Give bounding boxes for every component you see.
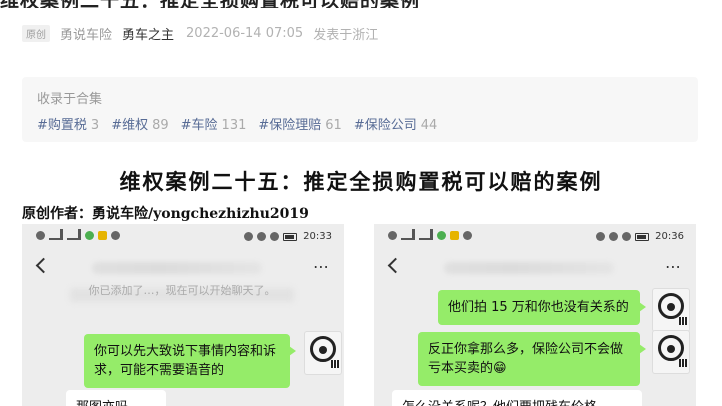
eye-icon	[244, 232, 254, 241]
avatar[interactable]	[652, 288, 690, 332]
eye-icon	[596, 232, 606, 241]
original-author-line: 原创作者：勇说车险/yongchezhizhu2019	[22, 206, 309, 222]
system-message: 你已添加了…，现在可以开始聊天了。	[88, 284, 276, 297]
chat-nav-bar: ⋯	[374, 252, 696, 280]
tag-item[interactable]: #保险理赔 61	[258, 114, 341, 133]
collection-tags: #购置税 3 #维权 89 #车险 131 #保险理赔 61 #保险公司 44	[37, 114, 449, 133]
article-headline: 维权案例二十五：推定全损购置税可以赔的案例	[119, 169, 603, 194]
chat-nav-bar: ⋯	[22, 252, 344, 280]
publish-location: 发表于浙江	[313, 27, 379, 43]
back-icon[interactable]	[32, 256, 50, 274]
signal-icon	[67, 229, 81, 240]
nfc-icon	[609, 232, 619, 241]
article-meta: 原创 勇说车险 勇车之主 2022-06-14 07:05 发表于浙江	[22, 24, 379, 43]
article-page: 维权案例二十五：推定全损购置税可以赔的案例 原创 勇说车险 勇车之主 2022-…	[0, 0, 722, 406]
app-icon	[450, 231, 459, 240]
back-icon[interactable]	[384, 256, 402, 274]
mute-icon	[270, 232, 280, 241]
nfc-icon	[257, 232, 267, 241]
hd-icon	[36, 231, 45, 240]
chat-bubble-sent: 反正你拿那么多，保险公司不会做亏本买卖的😁	[418, 332, 646, 386]
status-bar: 20:33	[22, 224, 344, 248]
battery-icon	[283, 232, 298, 241]
chat-bubble-sent: 你可以先大致说下事情内容和诉求，可能不需要语音的	[84, 334, 296, 388]
blurred-contact-name	[92, 262, 262, 274]
chat-screenshot-right: 20:36 ⋯ 他们拍 15 万和你也没有关系的 反正你拿那么多，保险公司不会做…	[374, 224, 696, 406]
avatar[interactable]	[304, 331, 342, 375]
more-icon[interactable]: ⋯	[665, 259, 682, 275]
more-icon[interactable]: ⋯	[313, 259, 330, 275]
signal-icon	[401, 229, 415, 240]
notification-icon	[463, 231, 472, 240]
hd-icon	[388, 231, 397, 240]
chat-bubble-received: 那图亦吗	[66, 390, 166, 406]
steering-wheel-icon	[658, 293, 684, 319]
status-bar: 20:36	[374, 224, 696, 248]
steering-wheel-icon	[658, 335, 684, 361]
publish-time: 2022-06-14 07:05	[186, 25, 304, 41]
original-badge: 原创	[22, 24, 50, 42]
author-name: 勇说车险	[60, 27, 113, 43]
tag-item[interactable]: #车险 131	[181, 114, 247, 133]
blurred-contact-name	[444, 262, 614, 274]
status-time: 20:33	[303, 231, 332, 242]
tag-item[interactable]: #购置税 3	[37, 114, 99, 133]
article-title: 维权案例二十五：推定全损购置税可以赔的案例	[0, 0, 520, 8]
account-link[interactable]: 勇车之主	[122, 24, 174, 43]
notification-icon	[111, 231, 120, 240]
status-time: 20:36	[655, 231, 684, 242]
chat-bubble-received: 怎么没关系呢？他们要把残车价格	[392, 390, 642, 406]
qr-icon	[679, 317, 687, 325]
mute-icon	[622, 232, 632, 241]
tag-item[interactable]: #维权 89	[111, 114, 168, 133]
signal-icon	[419, 229, 433, 240]
avatar[interactable]	[652, 330, 690, 374]
wifi-icon	[85, 231, 94, 240]
qr-icon	[331, 360, 339, 368]
collection-label: 收录于合集	[37, 92, 103, 107]
steering-wheel-icon	[310, 336, 336, 362]
qr-icon	[679, 359, 687, 367]
collection-box: 收录于合集 #购置税 3 #维权 89 #车险 131 #保险理赔 61 #保险公司 44	[22, 77, 698, 142]
wifi-icon	[437, 231, 446, 240]
signal-icon	[49, 229, 63, 240]
battery-icon	[635, 232, 650, 241]
app-icon	[98, 231, 107, 240]
chat-screenshot-left: 20:33 ⋯ 你已添加了…，现在可以开始聊天了。 你可以先大致说下事情内容和诉…	[22, 224, 344, 406]
chat-bubble-sent: 他们拍 15 万和你也没有关系的	[438, 290, 646, 325]
tag-item[interactable]: #保险公司 44	[354, 114, 437, 133]
